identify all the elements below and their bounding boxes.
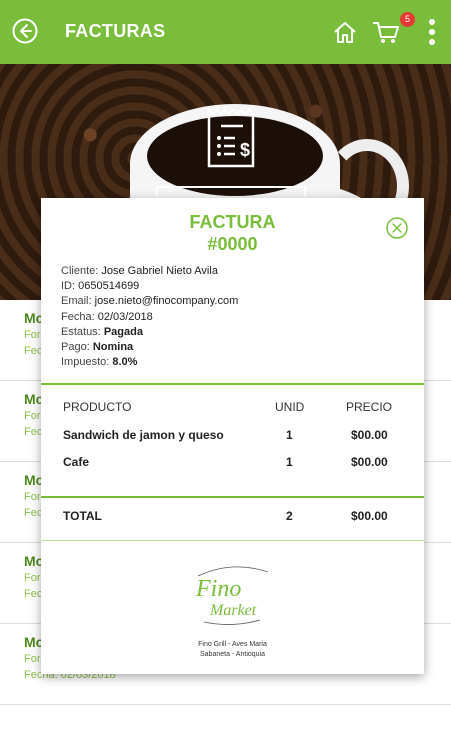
total-precio: $00.00 [351,509,388,523]
total-unid: 2 [286,509,293,523]
list-item-date: Fec [24,345,43,357]
app-bar: FACTURAS 5 [0,0,451,64]
list-item-subtitle: For [24,572,41,584]
fecha-label: Fecha: [61,310,95,323]
divider [41,383,424,385]
pago-value: Nomina [92,341,134,354]
invoice-dialog: FACTURA #0000 Cliente: Jose Gabriel Niet… [41,198,424,674]
estatus-row: Estatus: Pagada [61,325,238,340]
svg-text:Fino: Fino [195,576,241,602]
id-value: 0650514699 [78,280,140,293]
impuesto-value: 8.0% [112,356,138,369]
cliente-row: Cliente: Jose Gabriel Nieto Avila [61,264,238,279]
page-title: FACTURAS [65,21,166,41]
total-label: TOTAL [63,509,102,523]
item-producto: Sandwich de jamon y queso [63,428,224,442]
pago-label: Pago: [61,341,90,354]
list-item-date: Fec [24,507,43,519]
address-line-2: Sabaneta - Antioquia [200,651,265,658]
list-item-subtitle: For [24,491,41,503]
item-unid: 1 [286,455,293,469]
item-producto: Cafe [63,455,90,469]
email-label: Email: [61,295,92,308]
estatus-value: Pagada [103,325,143,338]
column-header-unid: UNID [275,400,305,414]
list-item-subtitle: For [24,653,41,665]
column-header-precio: PRECIO [346,400,393,414]
list-item-subtitle: For [24,410,41,422]
list-item-date: Fec [24,588,43,600]
fecha-row: Fecha: 02/03/2018 [61,310,238,325]
divider [41,540,424,541]
item-precio: $00.00 [351,428,388,442]
cliente-label: Cliente: [61,265,99,277]
id-row: ID: 0650514699 [61,279,238,294]
list-item-date: Fec [24,426,43,438]
address-line-1: Fino Grill - Aves Maria [198,641,267,648]
pago-row: Pago: Nomina [61,340,238,355]
fino-market-logo: Fino Market [195,566,269,625]
estatus-label: Estatus: [61,325,101,338]
close-icon[interactable] [386,217,408,239]
item-precio: $00.00 [351,455,388,469]
cliente-value: Jose Gabriel Nieto Avila [101,265,218,277]
svg-text:Market: Market [209,602,257,619]
email-value: jose.nieto@finocompany.com [94,295,239,308]
cart-count-badge: 5 [400,12,415,27]
invoice-number: #0000 [207,234,258,254]
more-options-icon[interactable] [427,18,437,46]
svg-text:$: $ [240,140,250,160]
home-icon[interactable] [332,19,358,45]
column-header-producto: PRODUCTO [63,400,132,414]
impuesto-label: Impuesto: [61,356,110,369]
invoice-title: FACTURA [189,212,276,232]
divider [41,496,424,498]
id-label: ID: [61,280,76,293]
item-unid: 1 [286,428,293,442]
receipt-icon: $ [207,106,255,168]
fecha-value: 02/03/2018 [97,310,153,323]
impuesto-row: Impuesto: 8.0% [61,355,238,370]
email-row: Email: jose.nieto@finocompany.com [61,294,238,309]
back-icon[interactable] [12,18,38,44]
list-item-subtitle: For [24,329,41,341]
invoice-info: Cliente: Jose Gabriel Nieto Avila ID: 06… [61,264,238,370]
cart-icon[interactable] [371,18,401,46]
